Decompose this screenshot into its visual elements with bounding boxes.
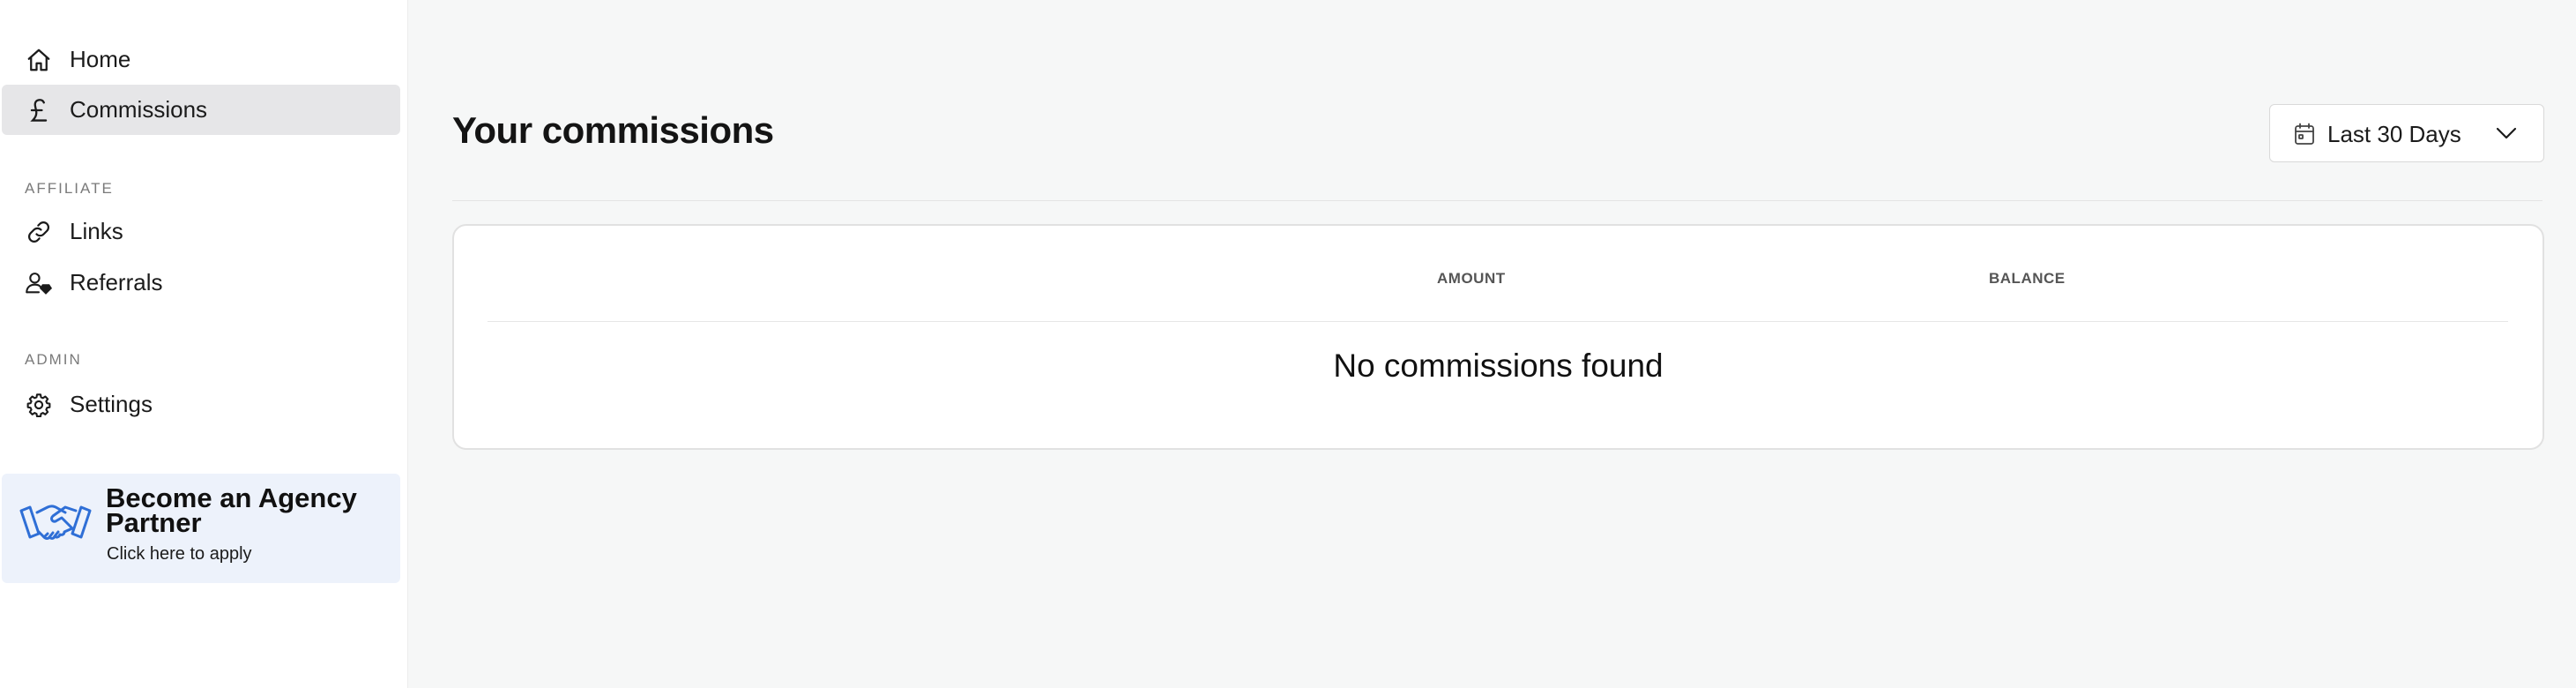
sidebar-item-label: Settings (70, 391, 153, 417)
sidebar-item-label: Home (70, 46, 131, 72)
referrals-icon (25, 269, 53, 297)
app: Home Commissions AFFILIATE Links Referra… (0, 0, 2576, 688)
home-icon (25, 46, 53, 74)
sidebar: Home Commissions AFFILIATE Links Referra… (0, 0, 408, 688)
column-header-balance: BALANCE (1989, 270, 2066, 287)
sidebar-item-label: Links (70, 218, 123, 244)
gear-icon (25, 391, 53, 419)
empty-state-message: No commissions found (1333, 348, 1664, 384)
promo-subtitle: Click here to apply (107, 544, 252, 564)
promo-title: Become an Agency Partner (106, 482, 357, 538)
sidebar-item-referrals[interactable]: Referrals (2, 258, 400, 308)
sidebar-item-commissions[interactable]: Commissions (2, 85, 400, 135)
handshake-icon (18, 495, 93, 558)
sidebar-item-home[interactable]: Home (2, 34, 400, 85)
sidebar-item-settings[interactable]: Settings (2, 379, 400, 430)
page-title: Your commissions (452, 109, 774, 151)
sidebar-item-links[interactable]: Links (2, 206, 400, 257)
pound-icon (25, 96, 53, 124)
section-label-admin: ADMIN (25, 351, 82, 368)
sidebar-item-label: Commissions (70, 96, 208, 123)
header-divider (452, 200, 2542, 201)
column-header-amount: AMOUNT (1437, 270, 1506, 287)
link-icon (25, 218, 53, 246)
agency-partner-banner[interactable]: Become an Agency Partner Click here to a… (2, 474, 400, 583)
date-range-select[interactable]: Last 30 Days (2269, 104, 2544, 162)
section-label-affiliate: AFFILIATE (25, 180, 114, 197)
calendar-icon (2294, 123, 2315, 146)
date-range-value: Last 30 Days (2327, 121, 2461, 147)
sidebar-item-label: Referrals (70, 269, 163, 295)
main-content: Your commissions Last 30 Days AMOUNT BAL (408, 0, 2576, 688)
commissions-table: AMOUNT BALANCE No commissions found (452, 224, 2544, 450)
table-header-divider (488, 321, 2508, 322)
chevron-down-icon (2495, 124, 2518, 142)
